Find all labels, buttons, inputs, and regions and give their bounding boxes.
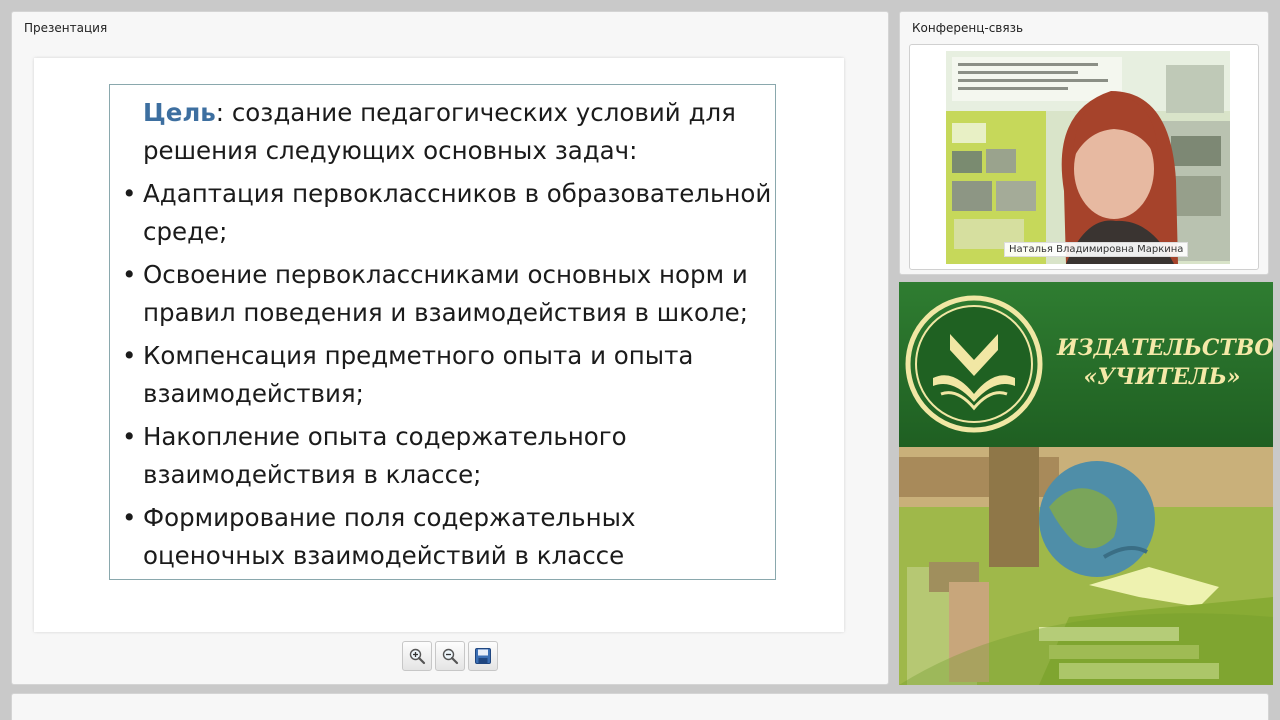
publisher-name: ИЗДАТЕЛЬСТВО «УЧИТЕЛЬ» bbox=[1057, 334, 1273, 392]
goal-word: Цель bbox=[143, 98, 216, 127]
bullet-dot: • bbox=[122, 422, 137, 451]
goal-text: : создание педагогических условий для ре… bbox=[143, 98, 736, 165]
zoom-out-icon bbox=[442, 648, 459, 665]
publisher-header: ИЗДАТЕЛЬСТВО «УЧИТЕЛЬ» bbox=[899, 282, 1273, 447]
bullet-dot: • bbox=[122, 503, 137, 532]
conference-title: Конференц-связь bbox=[912, 21, 1024, 35]
bottom-panel bbox=[11, 693, 1269, 720]
books-globe-image bbox=[899, 447, 1273, 685]
save-icon bbox=[475, 648, 491, 664]
slide-bullet: • Освоение первоклассниками основных норм… bbox=[116, 256, 775, 332]
slide-bullet-list: • Адаптация первоклассников в образовател… bbox=[116, 175, 775, 575]
video-feed-image bbox=[946, 51, 1230, 264]
zoom-in-button[interactable] bbox=[402, 641, 432, 671]
publisher-banner: ИЗДАТЕЛЬСТВО «УЧИТЕЛЬ» bbox=[899, 282, 1273, 685]
slide-bullet-text: Адаптация первоклассников в образователь… bbox=[143, 179, 772, 246]
publisher-logo-icon bbox=[905, 295, 1043, 433]
presentation-title: Презентация bbox=[24, 21, 108, 35]
slide-bullet-text: Освоение первоклассниками основных норм … bbox=[143, 260, 748, 327]
slide-content: Цель: создание педагогических условий дл… bbox=[109, 84, 776, 580]
publisher-image bbox=[899, 447, 1273, 685]
conference-panel: Конференц-связь Наталья Владимировна Мар… bbox=[899, 11, 1269, 275]
bullet-dot: • bbox=[122, 341, 137, 370]
slide-canvas: Цель: создание педагогических условий дл… bbox=[34, 58, 844, 632]
zoom-in-icon bbox=[409, 648, 426, 665]
slide-bullet: • Формирование поля содержательных оценоч… bbox=[116, 499, 775, 575]
bullet-dot: • bbox=[122, 179, 137, 208]
slide-bullet-text: Формирование поля содержательных оценочн… bbox=[143, 503, 636, 570]
publisher-name-line1: ИЗДАТЕЛЬСТВО bbox=[1057, 335, 1273, 361]
presentation-panel: Презентация Цель: создание педагогически… bbox=[11, 11, 889, 685]
slide-toolbar bbox=[402, 641, 498, 671]
zoom-out-button[interactable] bbox=[435, 641, 465, 671]
slide-bullet-text: Компенсация предметного опыта и опыта вз… bbox=[143, 341, 694, 408]
video-frame: Наталья Владимировна Маркина bbox=[909, 44, 1259, 270]
bullet-dot: • bbox=[122, 260, 137, 289]
slide-goal: Цель: создание педагогических условий дл… bbox=[143, 94, 775, 170]
slide-bullet: • Адаптация первоклассников в образовател… bbox=[116, 175, 775, 251]
save-button[interactable] bbox=[468, 641, 498, 671]
slide-bullet: • Накопление опыта содержательного взаимо… bbox=[116, 418, 775, 494]
participant-video: Наталья Владимировна Маркина bbox=[946, 51, 1230, 264]
participant-name-label: Наталья Владимировна Маркина bbox=[1004, 242, 1189, 257]
slide-bullet-text: Накопление опыта содержательного взаимод… bbox=[143, 422, 627, 489]
publisher-name-line2: «УЧИТЕЛЬ» bbox=[1083, 364, 1241, 390]
slide-bullet: • Компенсация предметного опыта и опыта в… bbox=[116, 337, 775, 413]
